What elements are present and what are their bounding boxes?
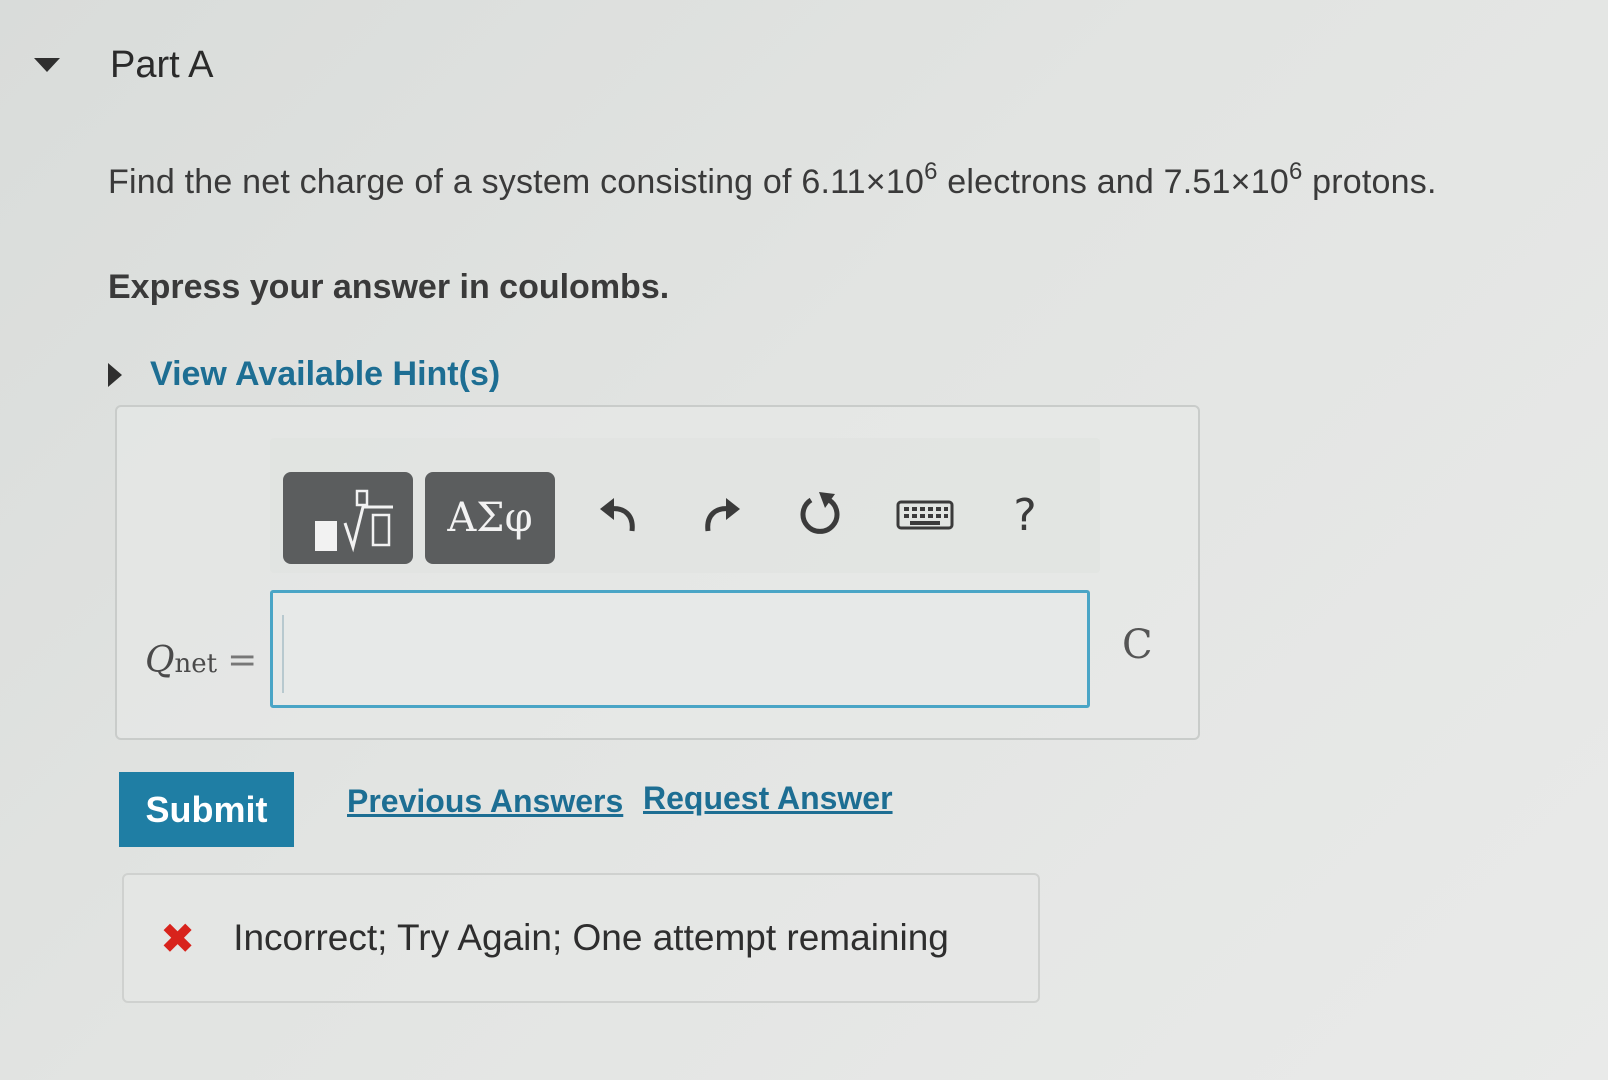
- submit-button[interactable]: Submit: [119, 772, 294, 847]
- electrons-times-ten: ×10: [865, 163, 925, 201]
- keyboard-button[interactable]: [890, 485, 960, 545]
- text-cursor: [282, 615, 284, 693]
- greek-symbols-button[interactable]: ΑΣφ: [425, 472, 555, 564]
- keyboard-icon: [896, 500, 954, 530]
- collapse-caret-icon[interactable]: [34, 58, 60, 72]
- answer-input[interactable]: [270, 590, 1090, 708]
- reset-button[interactable]: [790, 485, 850, 545]
- view-hints-label[interactable]: View Available Hint(s): [150, 355, 500, 394]
- incorrect-x-icon: ✖: [160, 913, 196, 963]
- question-text: Find the net charge of a system consisti…: [108, 158, 1437, 202]
- undo-button[interactable]: [590, 485, 650, 545]
- view-hints-toggle[interactable]: View Available Hint(s): [108, 355, 500, 394]
- answer-variable-label: Qnet =: [145, 640, 257, 681]
- instructions: Express your answer in coulombs.: [108, 268, 670, 306]
- variable-symbol: Q: [145, 640, 175, 681]
- electrons-exponent: 6: [924, 158, 938, 185]
- feedback-text: Incorrect; Try Again; One attempt remain…: [233, 917, 949, 958]
- previous-answers-link[interactable]: Previous Answers: [347, 783, 623, 820]
- part-header[interactable]: Part A: [30, 40, 214, 90]
- electrons-mantissa: 6.11: [801, 163, 866, 201]
- feedback-panel: ✖ Incorrect; Try Again; One attempt rema…: [122, 873, 1040, 1003]
- question-suffix: protons.: [1302, 163, 1437, 201]
- redo-button[interactable]: [690, 485, 750, 545]
- protons-mantissa: 7.51: [1163, 163, 1231, 201]
- templates-button[interactable]: [283, 472, 413, 564]
- request-answer-link[interactable]: Request Answer: [643, 780, 893, 817]
- question-middle: electrons and: [937, 163, 1164, 201]
- protons-exponent: 6: [1288, 158, 1303, 185]
- help-button[interactable]: ?: [1000, 485, 1050, 545]
- reset-icon: [800, 492, 840, 534]
- unit-label: C: [1122, 622, 1153, 668]
- part-title: Part A: [110, 43, 214, 86]
- undo-icon: [600, 498, 635, 532]
- templates-icon: [315, 489, 393, 553]
- expand-caret-icon[interactable]: [108, 362, 122, 387]
- protons-times-ten: ×10: [1230, 163, 1289, 201]
- equals-sign: =: [227, 640, 258, 681]
- question-prefix: Find the net charge of a system consisti…: [108, 163, 802, 201]
- redo-icon: [705, 498, 740, 532]
- variable-subscript: net: [174, 649, 218, 679]
